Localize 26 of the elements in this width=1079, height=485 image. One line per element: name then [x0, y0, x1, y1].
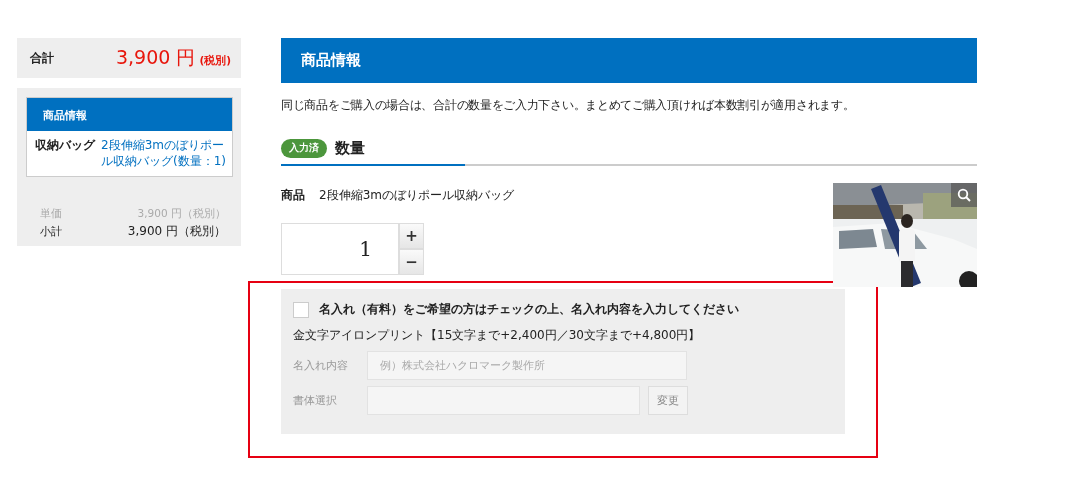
- product-label: 商品: [281, 187, 305, 204]
- search-icon: [957, 188, 971, 202]
- price-value: 3,900 円（税別）: [127, 223, 226, 240]
- price-label: 小計: [40, 224, 62, 239]
- quantity-field[interactable]: 1: [281, 223, 399, 275]
- field-label: 書体選択: [293, 393, 338, 408]
- item-link[interactable]: 2段伸縮3mのぼりポール収納バッグ(数量：1): [101, 137, 230, 169]
- zoom-button[interactable]: [951, 183, 977, 207]
- status-badge: 入力済: [281, 139, 327, 158]
- section-header: 商品情報: [281, 38, 977, 83]
- card-title: 商品情報: [27, 98, 232, 131]
- increment-button[interactable]: +: [399, 223, 424, 249]
- price-label: 単価: [40, 206, 62, 221]
- notice-text: 同じ商品をご購入の場合は、合計の数量をご入力下さい。まとめてご購入頂ければ本数割引が適用されます。: [281, 98, 856, 113]
- total-amount: 3,900 円: [115, 45, 196, 70]
- item-label: 収納バッグ: [35, 137, 95, 154]
- total-label: 合計: [30, 49, 54, 67]
- product-name: 2段伸縮3mのぼりポール収納バッグ: [319, 187, 514, 204]
- step-title: 数量: [335, 139, 365, 158]
- field-label: 名入れ内容: [293, 358, 349, 373]
- pricing-text: 金文字アイロンプリント【15文字まで+2,400円／30文字まで+4,800円】: [293, 327, 702, 344]
- price-value: 3,900 円（税別）: [137, 206, 226, 221]
- tax-note: (税別): [199, 54, 231, 68]
- checkbox-label: 名入れ（有料）をご希望の方はチェックの上、名入れ内容を入力してください: [319, 301, 739, 318]
- decrement-button[interactable]: −: [399, 249, 424, 275]
- checkbox[interactable]: [293, 301, 309, 318]
